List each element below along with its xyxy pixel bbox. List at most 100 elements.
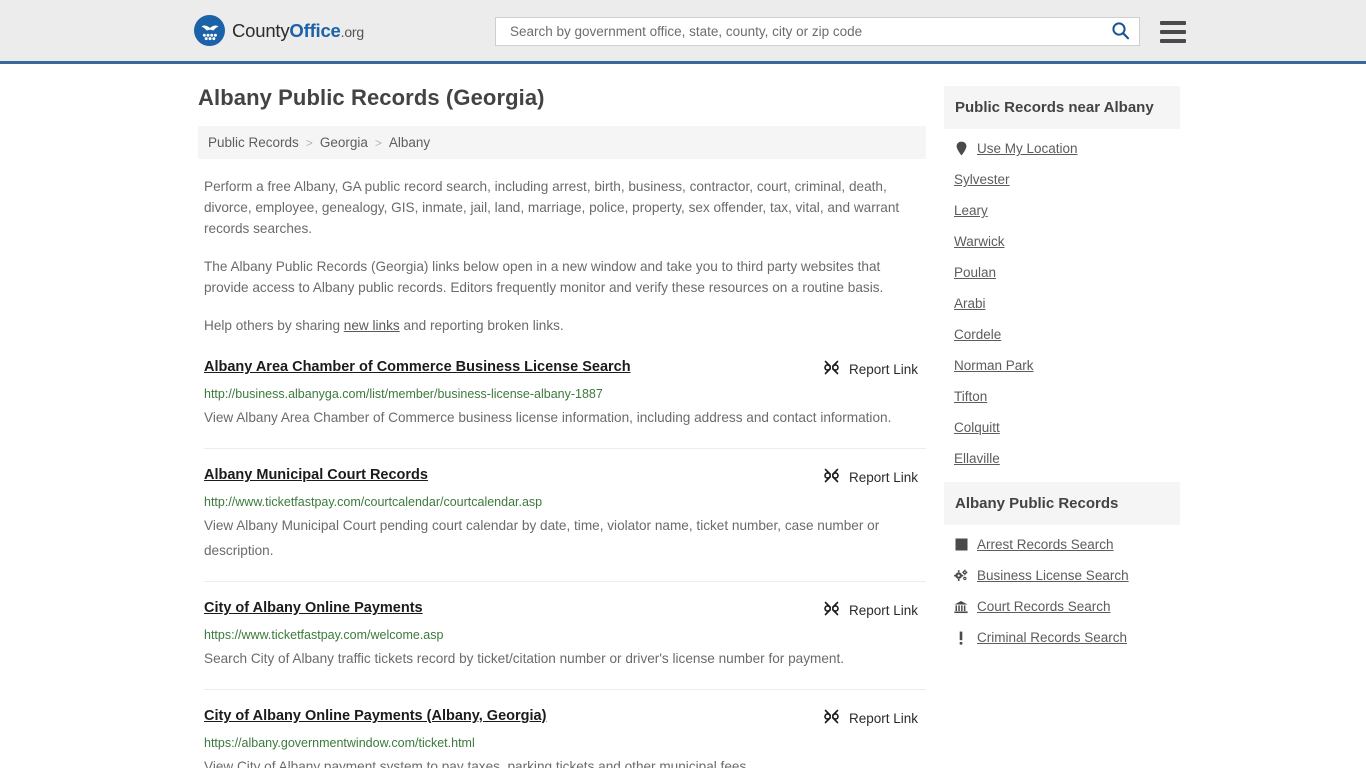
breadcrumb-separator: > [305, 135, 313, 150]
breadcrumb-separator: > [374, 135, 382, 150]
breadcrumb-item-albany: Albany [388, 135, 431, 150]
search-area [495, 17, 1186, 46]
broken-link-icon [823, 359, 840, 379]
intro-paragraph-3: Help others by sharing new links and rep… [204, 315, 916, 336]
result-title-link[interactable]: Albany Municipal Court Records [204, 466, 428, 485]
sidebar-item-norman-park[interactable]: Norman Park [944, 350, 1180, 381]
sidebar-link-label[interactable]: Arrest Records Search [977, 537, 1114, 552]
sidebar-link-label[interactable]: Poulan [954, 265, 996, 280]
result-item: City of Albany Online Payments (Albany, … [204, 690, 926, 768]
sidebar-link-label[interactable]: Colquitt [954, 420, 1000, 435]
breadcrumb: Public Records > Georgia > Albany [198, 126, 926, 159]
intro-p3-before: Help others by sharing [204, 318, 344, 333]
sidebar-link-label[interactable]: Court Records Search [977, 599, 1111, 614]
result-url: http://business.albanyga.com/list/member… [204, 387, 603, 401]
breadcrumb-item-public-records[interactable]: Public Records [208, 135, 299, 150]
search-icon [1111, 21, 1130, 43]
logo-text-office: Office [289, 19, 341, 41]
result-header: City of Albany Online Payments (Albany, … [204, 707, 926, 728]
sidebar-link-label[interactable]: Use My Location [977, 141, 1078, 156]
result-url: https://albany.governmentwindow.com/tick… [204, 736, 475, 750]
page-body: Albany Public Records (Georgia) Public R… [0, 64, 1366, 768]
sidebar-item-sylvester[interactable]: Sylvester [944, 164, 1180, 195]
sidebar-card-title: Public Records near Albany [944, 86, 1180, 129]
result-description: View City of Albany payment system to pa… [204, 759, 751, 768]
intro-paragraph-2: The Albany Public Records (Georgia) link… [204, 259, 884, 295]
page-title: Albany Public Records (Georgia) [198, 85, 545, 110]
map-pin-icon [954, 141, 968, 156]
sidebar-records-list: Arrest Records Search Business License S… [944, 525, 1180, 653]
broken-link-icon [823, 708, 840, 728]
sidebar-link-label[interactable]: Sylvester [954, 172, 1010, 187]
result-item: City of Albany Online Payments Report Li… [204, 582, 926, 690]
hamburger-bar [1160, 29, 1186, 34]
sidebar: Public Records near Albany Use My Locati… [944, 86, 1180, 661]
sidebar-link-label[interactable]: Arabi [954, 296, 986, 311]
report-link-button[interactable]: Report Link [823, 466, 918, 487]
sidebar-item-arabi[interactable]: Arabi [944, 288, 1180, 319]
sidebar-link-label[interactable]: Leary [954, 203, 988, 218]
search-input[interactable] [508, 23, 1108, 40]
hamburger-bar [1160, 38, 1186, 43]
report-link-button[interactable]: Report Link [823, 358, 918, 379]
bank-columns-icon [954, 600, 968, 614]
result-url: https://www.ticketfastpay.com/welcome.as… [204, 628, 444, 642]
sidebar-item-business-license[interactable]: Business License Search [944, 560, 1180, 591]
sidebar-item-arrest-records[interactable]: Arrest Records Search [944, 529, 1180, 560]
result-title-link[interactable]: Albany Area Chamber of Commerce Business… [204, 358, 631, 377]
result-title-link[interactable]: City of Albany Online Payments (Albany, … [204, 707, 546, 726]
sidebar-item-leary[interactable]: Leary [944, 195, 1180, 226]
report-link-button[interactable]: Report Link [823, 707, 918, 728]
result-description: View Albany Area Chamber of Commerce bus… [204, 410, 892, 425]
sidebar-link-label[interactable]: Business License Search [977, 568, 1129, 583]
sidebar-item-tifton[interactable]: Tifton [944, 381, 1180, 412]
cogs-icon [954, 569, 968, 582]
intro-paragraph-1: Perform a free Albany, GA public record … [204, 179, 900, 236]
search-button[interactable] [1108, 21, 1133, 43]
sidebar-item-poulan[interactable]: Poulan [944, 257, 1180, 288]
result-description: View Albany Municipal Court pending cour… [204, 518, 880, 558]
sidebar-item-warwick[interactable]: Warwick [944, 226, 1180, 257]
result-item: Albany Municipal Court Records Report Li… [204, 449, 926, 582]
intro-p3-after: and reporting broken links. [399, 318, 564, 333]
logo-text-tld: .org [340, 23, 365, 40]
result-url: http://www.ticketfastpay.com/courtcalend… [204, 495, 543, 509]
report-link-button[interactable]: Report Link [823, 599, 918, 620]
report-link-label: Report Link [848, 469, 918, 485]
sidebar-link-label[interactable]: Norman Park [954, 358, 1034, 373]
result-item: Albany Area Chamber of Commerce Business… [204, 358, 926, 449]
sidebar-card-title: Albany Public Records [944, 482, 1180, 525]
site-logo-text: CountyOffice.org [232, 20, 364, 42]
site-logo[interactable]: CountyOffice.org [194, 15, 364, 46]
sidebar-item-use-my-location[interactable]: Use My Location [944, 133, 1180, 164]
sidebar-link-label[interactable]: Ellaville [954, 451, 1000, 466]
report-link-label: Report Link [848, 710, 918, 726]
new-links-link[interactable]: new links [344, 318, 400, 333]
sidebar-item-ellaville[interactable]: Ellaville [944, 443, 1180, 474]
breadcrumb-item-georgia[interactable]: Georgia [320, 135, 368, 150]
sidebar-link-label[interactable]: Warwick [954, 234, 1005, 249]
sidebar-item-criminal-records[interactable]: Criminal Records Search [944, 622, 1180, 653]
sidebar-link-label[interactable]: Cordele [954, 327, 1001, 342]
building-square-icon [954, 538, 968, 551]
sidebar-near-list: Use My Location Sylvester Leary Warwick … [944, 129, 1180, 474]
broken-link-icon [823, 600, 840, 620]
result-header: Albany Area Chamber of Commerce Business… [204, 358, 926, 379]
sidebar-card-near-albany: Public Records near Albany Use My Locati… [944, 86, 1180, 474]
sidebar-item-colquitt[interactable]: Colquitt [944, 412, 1180, 443]
exclamation-icon [954, 631, 968, 645]
search-box[interactable] [495, 17, 1140, 46]
logo-text-county: County [232, 19, 290, 41]
sidebar-link-label[interactable]: Tifton [954, 389, 987, 404]
broken-link-icon [823, 467, 840, 487]
report-link-label: Report Link [848, 602, 918, 618]
result-title-link[interactable]: City of Albany Online Payments [204, 599, 423, 618]
eagle-shield-icon [194, 15, 225, 46]
results-list: Albany Area Chamber of Commerce Business… [198, 358, 926, 768]
sidebar-item-court-records[interactable]: Court Records Search [944, 591, 1180, 622]
hamburger-menu-icon[interactable] [1160, 20, 1186, 43]
sidebar-item-cordele[interactable]: Cordele [944, 319, 1180, 350]
result-header: Albany Municipal Court Records Report Li… [204, 466, 926, 487]
intro-section: Perform a free Albany, GA public record … [198, 176, 926, 336]
sidebar-link-label[interactable]: Criminal Records Search [977, 630, 1127, 645]
